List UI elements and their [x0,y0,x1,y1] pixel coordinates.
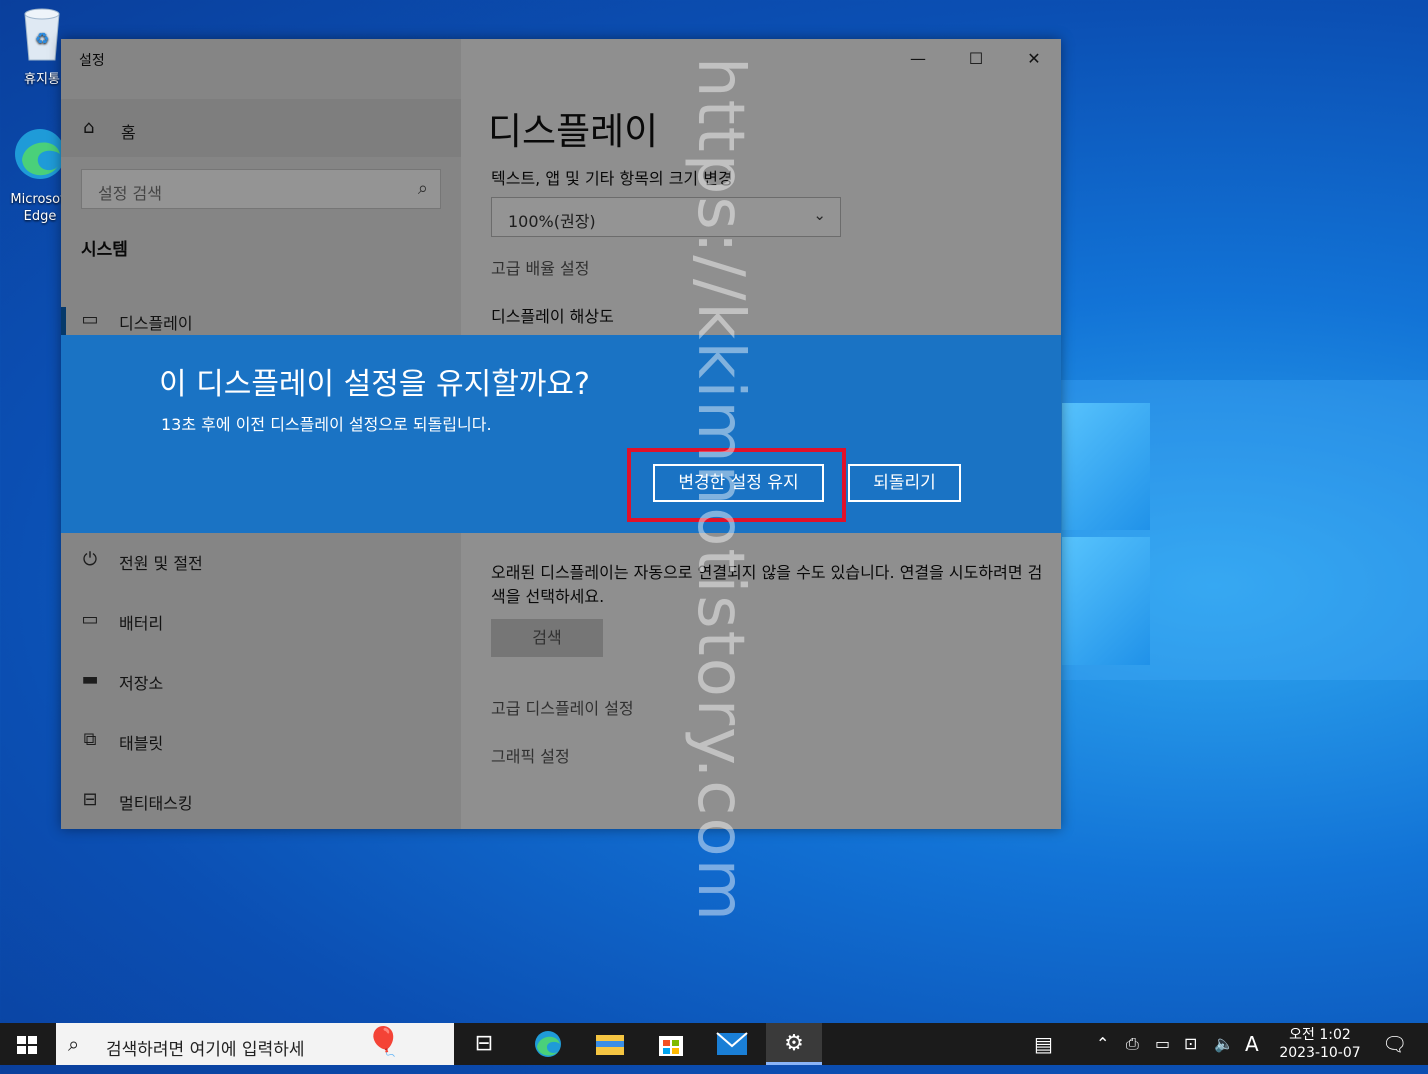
store-icon [659,1036,683,1056]
meet-now-icon[interactable]: ⎙ [1126,1023,1139,1065]
show-hidden-icons-chevron-icon[interactable]: ⌃ [1096,1023,1109,1065]
clock-date: 2023-10-07 [1279,1045,1361,1061]
ime-indicator[interactable]: A [1245,1023,1259,1065]
battery-tray-icon[interactable]: ▭ [1155,1023,1170,1065]
task-view-button[interactable]: ⊟ [456,1023,512,1065]
windows-logo-pane [1062,537,1150,665]
news-icon[interactable]: ▤ [1034,1023,1053,1065]
watermark: https://kkimnotistory.com [683,57,757,1000]
file-explorer-icon [596,1035,624,1055]
task-view-icon: ⊟ [474,1031,494,1056]
svg-text:♻: ♻ [35,29,49,48]
dialog-question: 이 디스플레이 설정을 유지할까요? [159,367,590,402]
settings-icon: ⚙ [784,1031,804,1056]
volume-muted-icon[interactable]: 🔈 [1214,1023,1234,1065]
taskbar-settings[interactable]: ⚙ [766,1023,822,1065]
taskbar: ⌕ 검색하려면 여기에 입력하세 🎈 ⊟ ⚙ ▤ ⌃ ⎙ ▭ ⊡ 🔈 A 오전 … [0,1023,1428,1065]
network-icon[interactable]: ⊡ [1184,1023,1197,1065]
taskbar-search-placeholder: 검색하려면 여기에 입력하세 [106,1040,305,1060]
mail-icon [716,1032,748,1055]
dialog-countdown: 13초 후에 이전 디스플레이 설정으로 되돌립니다. [161,415,492,434]
revert-button[interactable]: 되돌리기 [848,464,961,502]
notification-center-icon[interactable]: 🗨 [1382,1023,1407,1065]
taskbar-store[interactable] [643,1023,699,1065]
balloons-icon: 🎈 [366,1025,401,1058]
taskbar-edge[interactable] [520,1023,576,1065]
watermark-text: https://kkimnotistory.com [683,57,757,923]
taskbar-search-box[interactable]: ⌕ 검색하려면 여기에 입력하세 🎈 [56,1023,454,1065]
windows-logo-pane [1062,403,1150,530]
start-button[interactable] [0,1023,54,1065]
search-icon: ⌕ [68,1032,80,1056]
windows-start-icon [17,1036,37,1054]
keep-settings-dialog: 이 디스플레이 설정을 유지할까요? 13초 후에 이전 디스플레이 설정으로 … [61,335,1061,533]
taskbar-file-explorer[interactable] [582,1023,638,1065]
taskbar-mail[interactable] [704,1023,760,1065]
clock-time: 오전 1:02 [1289,1027,1351,1043]
clock[interactable]: 오전 1:02 2023-10-07 [1272,1026,1368,1062]
edge-icon [535,1031,561,1057]
